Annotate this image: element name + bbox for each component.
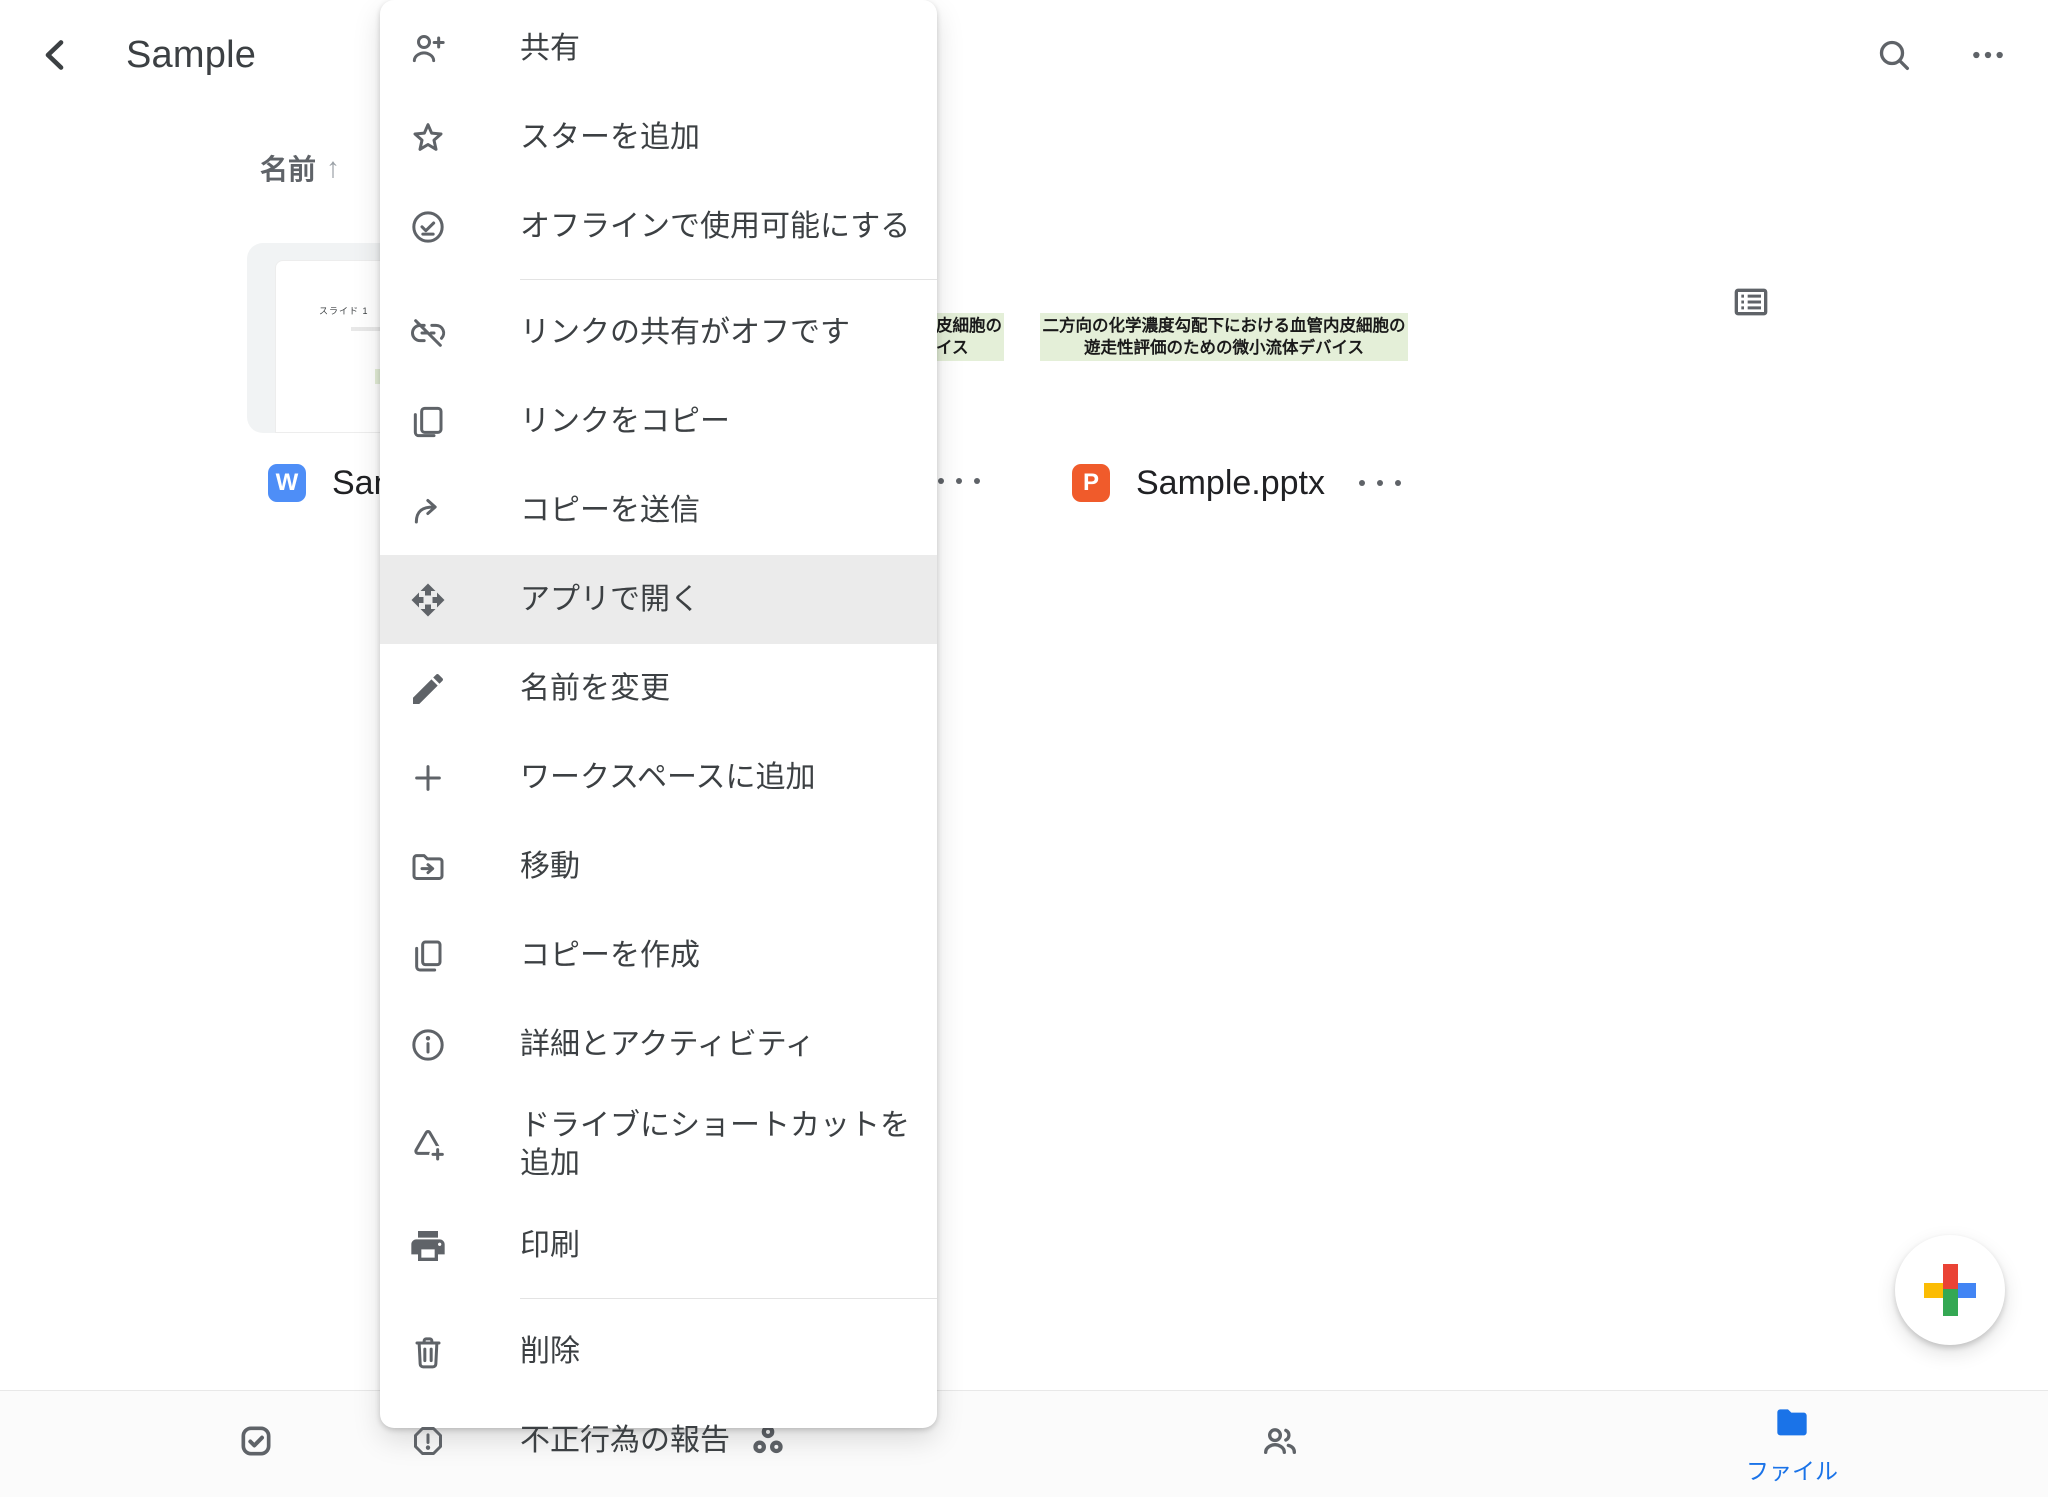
menu-item-label: オフラインで使用可能にする xyxy=(520,207,910,247)
create-new-fab[interactable] xyxy=(1895,1235,2005,1345)
file-name-pptx: Sample.pptx xyxy=(1136,464,1325,503)
copy-link-icon xyxy=(408,402,448,442)
menu-item-label: 印刷 xyxy=(520,1226,580,1266)
people-icon xyxy=(1260,1421,1300,1466)
file-row-pptx[interactable]: P Sample.pptx xyxy=(1072,450,1401,516)
menu-item-report-abuse[interactable]: 不正行為の報告 xyxy=(380,1396,937,1485)
thumbnail-fragment-line: イス xyxy=(936,337,1004,359)
menu-item-rename[interactable]: 名前を変更 xyxy=(380,644,937,733)
star-icon xyxy=(408,118,448,158)
info-icon xyxy=(408,1025,448,1065)
sort-label: 名前 xyxy=(260,148,316,188)
menu-item-label: アプリで開く xyxy=(520,580,700,620)
plus-icon xyxy=(408,758,448,798)
menu-item-label: ワークスペースに追加 xyxy=(520,758,816,798)
page-title: Sample xyxy=(126,34,256,77)
powerpoint-file-icon: P xyxy=(1072,464,1110,502)
menu-item-label: 詳細とアクティビティ xyxy=(520,1025,815,1065)
menu-item-copy-link[interactable]: リンクをコピー xyxy=(380,377,937,466)
menu-item-label: 共有 xyxy=(520,29,580,69)
menu-item-add-shortcut-to-drive[interactable]: ドライブにショートカットを追加 xyxy=(380,1089,937,1201)
menu-item-label: 削除 xyxy=(520,1332,580,1372)
nav-tab-selected-items[interactable] xyxy=(176,1421,336,1466)
menu-item-add-star[interactable]: スターを追加 xyxy=(380,93,937,182)
overflow-menu-button[interactable] xyxy=(1960,29,2016,85)
folder-icon xyxy=(1772,1403,1812,1448)
menu-item-send-copy[interactable]: コピーを送信 xyxy=(380,466,937,555)
open-with-icon xyxy=(408,580,448,620)
menu-item-available-offline[interactable]: オフラインで使用可能にする xyxy=(380,182,937,271)
sort-row: 名前 ↑ xyxy=(0,140,2048,200)
menu-item-label: リンクの共有がオフです xyxy=(520,313,850,353)
report-icon xyxy=(408,1421,448,1461)
thumbnail-fragment-line: 皮細胞の xyxy=(936,315,1004,337)
menu-item-details-activity[interactable]: 詳細とアクティビティ xyxy=(380,1000,937,1089)
link-off-icon xyxy=(408,313,448,353)
offline-pin-icon xyxy=(408,207,448,247)
pptx-thumbnail-title-line: 二方向の化学濃度勾配下における血管内皮細胞の xyxy=(1040,315,1408,337)
copy-icon xyxy=(408,936,448,976)
search-button[interactable] xyxy=(1866,29,1922,85)
menu-item-delete[interactable]: 削除 xyxy=(380,1307,937,1396)
send-copy-icon xyxy=(408,491,448,531)
list-view-button[interactable] xyxy=(1723,276,1779,332)
menu-item-label: 不正行為の報告 xyxy=(520,1421,730,1461)
menu-item-print[interactable]: 印刷 xyxy=(380,1201,937,1290)
menu-item-label: 移動 xyxy=(520,847,580,887)
files-tab-label: ファイル xyxy=(1746,1452,1838,1486)
nav-tab-files[interactable]: ファイル xyxy=(1712,1403,1872,1486)
bottom-navigation: ファイル xyxy=(0,1390,2048,1497)
trash-icon xyxy=(408,1332,448,1372)
sort-ascending-icon: ↑ xyxy=(326,152,340,184)
menu-item-open-in-app[interactable]: アプリで開く xyxy=(380,555,937,644)
list-view-icon xyxy=(1731,282,1771,327)
menu-item-make-copy[interactable]: コピーを作成 xyxy=(380,911,937,1000)
pptx-menu-button[interactable] xyxy=(1359,480,1401,486)
edit-pencil-icon xyxy=(408,669,448,709)
menu-item-label: 名前を変更 xyxy=(520,669,670,709)
search-icon xyxy=(1874,35,1914,80)
checkbox-icon xyxy=(236,1421,276,1466)
menu-item-link-sharing-off[interactable]: リンクの共有がオフです xyxy=(380,288,937,377)
word-thumbnail-text: スライド 1 xyxy=(319,304,369,317)
menu-item-label: コピーを送信 xyxy=(520,491,700,531)
back-icon xyxy=(36,35,76,80)
menu-item-label: コピーを作成 xyxy=(520,936,700,976)
nav-tab-shared[interactable] xyxy=(1200,1421,1360,1466)
menu-item-label: スターを追加 xyxy=(520,118,700,158)
menu-item-share[interactable]: 共有 xyxy=(380,4,937,93)
menu-divider xyxy=(520,279,937,280)
menu-item-label: リンクをコピー xyxy=(520,402,730,442)
drive-app: Sample 名前 ↑ スライド 1 W Sam 皮細胞の イス xyxy=(0,0,2048,1497)
menu-item-add-to-workspace[interactable]: ワークスペースに追加 xyxy=(380,733,937,822)
hidden-card-menu-button[interactable] xyxy=(938,478,980,484)
print-icon xyxy=(408,1226,448,1266)
more-horizontal-icon xyxy=(1968,35,2008,80)
word-file-icon: W xyxy=(268,464,306,502)
menu-item-move[interactable]: 移動 xyxy=(380,822,937,911)
pptx-thumbnail-title-line: 遊走性評価のための微小流体デバイス xyxy=(1040,337,1408,359)
add-shortcut-drive-icon xyxy=(408,1125,448,1165)
file-context-menu: 共有 スターを追加 オフラインで使用可能にする リンクの共有がオフです リンクを… xyxy=(380,0,937,1428)
menu-divider xyxy=(520,1298,937,1299)
app-header: Sample xyxy=(0,0,2048,114)
pptx-thumbnail-title-block[interactable]: 二方向の化学濃度勾配下における血管内皮細胞の 遊走性評価のための微小流体デバイス xyxy=(1040,313,1408,361)
back-button[interactable] xyxy=(28,29,84,85)
folder-move-icon xyxy=(408,847,448,887)
sort-control[interactable]: 名前 ↑ xyxy=(260,148,340,188)
person-add-icon xyxy=(408,29,448,69)
menu-item-label: ドライブにショートカットを追加 xyxy=(520,1107,920,1183)
